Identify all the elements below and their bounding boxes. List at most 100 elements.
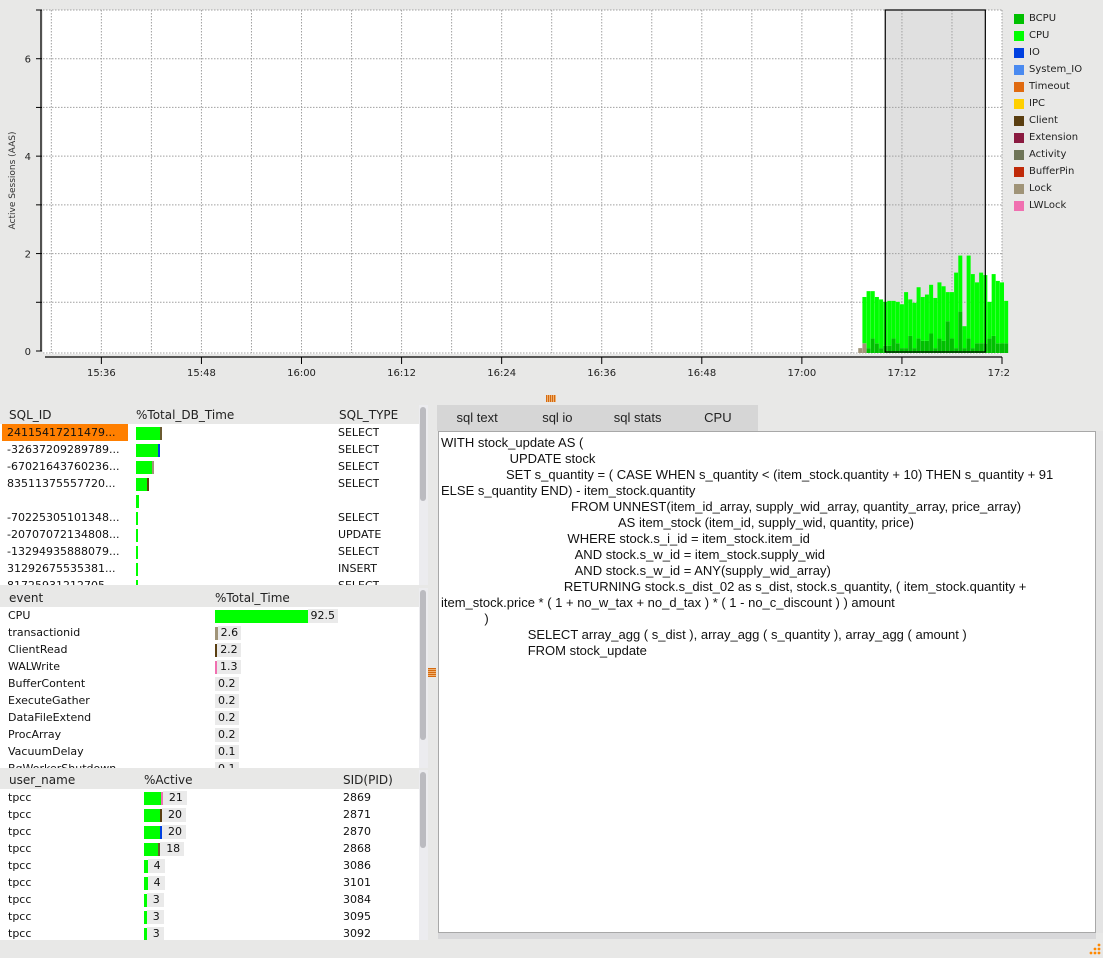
legend-item-bcpu[interactable]: BCPU — [1014, 10, 1082, 27]
event-table-scrollbar[interactable] — [419, 588, 428, 768]
sql-text-horizontal-scrollbar[interactable] — [438, 933, 1096, 939]
table-row[interactable]: BufferContent 0.2 — [0, 675, 428, 692]
sql-id-cell[interactable]: -32637209289789... — [2, 441, 128, 458]
bar-cpu — [912, 302, 917, 349]
legend-item-ipc[interactable]: IPC — [1014, 95, 1082, 112]
bar-bcpu — [966, 338, 971, 353]
user-name-cell: tpcc — [8, 859, 32, 872]
event-name-cell: BgWorkerShutdown — [8, 760, 116, 768]
table-row[interactable]: DataFileExtend 0.2 — [0, 709, 428, 726]
x-tick-label: 16:48 — [687, 368, 716, 379]
bar-cpu — [929, 284, 934, 334]
legend-item-bufferpin[interactable]: BufferPin — [1014, 163, 1082, 180]
sql-id-cell[interactable]: 81725931212705... — [2, 577, 128, 585]
column-header-total-time[interactable]: %Total_Time — [215, 591, 290, 605]
table-row[interactable]: 83511375557720... SELECT — [0, 475, 428, 492]
sql-id-cell[interactable]: 31292675535381... — [2, 560, 128, 577]
legend-item-system-io[interactable]: System_IO — [1014, 61, 1082, 78]
column-header-sid-pid[interactable]: SID(PID) — [343, 773, 393, 787]
session-table-scrollbar[interactable] — [419, 770, 428, 940]
table-row[interactable]: ExecuteGather 0.2 — [0, 692, 428, 709]
sql-id-cell[interactable]: 83511375557720... — [2, 475, 128, 492]
column-header-sql-type[interactable]: SQL_TYPE — [339, 408, 398, 422]
table-row[interactable]: 31292675535381... INSERT — [0, 560, 428, 577]
legend-item-cpu[interactable]: CPU — [1014, 27, 1082, 44]
tab-cpu[interactable]: CPU — [678, 405, 758, 431]
scrollbar-thumb[interactable] — [420, 407, 426, 501]
table-row[interactable]: -67021643760236... SELECT — [0, 458, 428, 475]
column-header-total-db-time[interactable]: %Total_DB_Time — [136, 408, 234, 422]
table-row[interactable]: tpcc 4 3086 — [0, 857, 428, 874]
db-time-bar — [136, 461, 154, 474]
table-row[interactable]: WALWrite 1.3 — [0, 658, 428, 675]
legend-item-client[interactable]: Client — [1014, 112, 1082, 129]
table-row[interactable]: transactionid 2.6 — [0, 624, 428, 641]
table-row[interactable]: tpcc 21 2869 — [0, 789, 428, 806]
db-time-bar — [136, 427, 162, 440]
legend-item-io[interactable]: IO — [1014, 44, 1082, 61]
table-row[interactable]: -70225305101348... SELECT — [0, 509, 428, 526]
db-time-bar — [136, 478, 149, 491]
active-bar — [144, 826, 162, 839]
table-row[interactable]: ProcArray 0.2 — [0, 726, 428, 743]
bar-cpu — [945, 292, 950, 322]
scrollbar-thumb[interactable] — [420, 590, 426, 740]
time-value: 0.2 — [215, 694, 239, 708]
sql-text-area[interactable]: WITH stock_update AS ( UPDATE stock SET … — [438, 431, 1096, 933]
x-tick-label: 17:12 — [888, 368, 917, 379]
table-row[interactable]: tpcc 3 3095 — [0, 908, 428, 925]
y-tick-label: 2 — [25, 250, 31, 261]
user-name-cell: tpcc — [8, 825, 32, 838]
resize-grip-icon[interactable] — [1087, 942, 1101, 956]
column-header-user-name[interactable]: user_name — [9, 773, 75, 787]
legend-item-lwlock[interactable]: LWLock — [1014, 197, 1082, 214]
sql-id-cell[interactable]: -13294935888079... — [2, 543, 128, 560]
column-header-event[interactable]: event — [9, 591, 43, 605]
table-row[interactable] — [0, 492, 428, 509]
sql-id-cell[interactable] — [2, 492, 128, 509]
tab-sql-text[interactable]: sql text — [437, 405, 517, 431]
bar-lock — [858, 348, 863, 353]
sql-id-cell[interactable]: 24115417211479... — [2, 424, 128, 441]
legend-item-timeout[interactable]: Timeout — [1014, 78, 1082, 95]
horizontal-splitter-handle[interactable] — [546, 395, 556, 402]
bar-cpu — [887, 300, 892, 346]
table-row[interactable]: -13294935888079... SELECT — [0, 543, 428, 560]
sql-id-cell[interactable]: -20707072134808... — [2, 526, 128, 543]
legend-item-activity[interactable]: Activity — [1014, 146, 1082, 163]
sql-type-cell: SELECT — [338, 511, 380, 524]
bar-cpu — [991, 274, 996, 336]
active-bar — [144, 809, 162, 822]
tab-sql-stats[interactable]: sql stats — [598, 405, 678, 431]
table-row[interactable]: BgWorkerShutdown 0.1 — [0, 760, 428, 768]
scrollbar-thumb[interactable] — [420, 772, 426, 848]
table-row[interactable]: tpcc 4 3101 — [0, 874, 428, 891]
sql-id-cell[interactable]: -67021643760236... — [2, 458, 128, 475]
vertical-splitter-handle[interactable] — [428, 668, 436, 677]
legend-label: Timeout — [1029, 81, 1070, 92]
legend-label: System_IO — [1029, 64, 1083, 75]
ash-chart-svg[interactable]: 0 2 4 6 Active Sessions (AAS) 15:36 15:48 16:00… — [0, 0, 1010, 390]
legend-item-extension[interactable]: Extension — [1014, 129, 1082, 146]
column-header-active[interactable]: %Active — [144, 773, 193, 787]
column-header-sql-id[interactable]: SQL_ID — [9, 408, 52, 422]
sql-id-cell[interactable]: -70225305101348... — [2, 509, 128, 526]
sql-table-scrollbar[interactable] — [419, 405, 428, 585]
table-row[interactable]: 24115417211479... SELECT — [0, 424, 428, 441]
table-row[interactable]: VacuumDelay 0.1 — [0, 743, 428, 760]
tab-sql-io[interactable]: sql io — [517, 405, 597, 431]
table-row[interactable]: tpcc 20 2870 — [0, 823, 428, 840]
sid-pid-cell: 3086 — [343, 859, 371, 872]
table-row[interactable]: 81725931212705... SELECT — [0, 577, 428, 585]
table-row[interactable]: -32637209289789... SELECT — [0, 441, 428, 458]
table-row[interactable]: -20707072134808... UPDATE — [0, 526, 428, 543]
table-row[interactable]: tpcc 3 3084 — [0, 891, 428, 908]
ash-chart[interactable]: 0 2 4 6 Active Sessions (AAS) 15:36 15:48 16:00… — [0, 0, 1103, 390]
table-row[interactable]: tpcc 3 3092 — [0, 925, 428, 940]
table-row[interactable]: tpcc 20 2871 — [0, 806, 428, 823]
sql-text-vertical-scrollbar[interactable] — [1096, 431, 1103, 933]
legend-item-lock[interactable]: Lock — [1014, 180, 1082, 197]
table-row[interactable]: CPU 92.5 — [0, 607, 428, 624]
table-row[interactable]: tpcc 18 2868 — [0, 840, 428, 857]
table-row[interactable]: ClientRead 2.2 — [0, 641, 428, 658]
